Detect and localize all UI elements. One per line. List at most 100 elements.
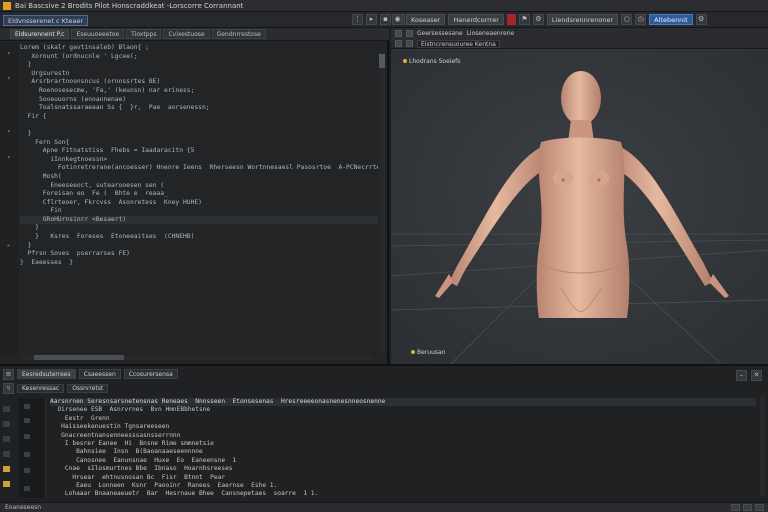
bottom-field[interactable]: Kesenressac (17, 383, 65, 393)
code-line[interactable]: Fin (20, 207, 378, 216)
code-line[interactable]: Toalsnatssaraeaan Ss { }r, Pae aorseness… (20, 104, 378, 113)
code-line[interactable]: Fern Son{ (20, 139, 378, 148)
flag-icon[interactable]: ⚑ (518, 14, 530, 25)
editor-tab[interactable]: Tioxtpps (126, 29, 162, 39)
console-line[interactable]: Bahnsiee Insn B(Baoanaaeseennnne (50, 448, 756, 456)
bottom-field[interactable]: Ossnrretst (67, 383, 109, 393)
code-line[interactable]: Mosh( (20, 173, 378, 182)
scrollbar-thumb[interactable] (379, 54, 385, 68)
window-title: Bai Bascsive 2 Brodits Pilot Honscraddke… (15, 1, 244, 10)
viewport-label[interactable]: Geersessesane (417, 30, 463, 37)
code-line[interactable]: Eneeseeoct, sutearooesen sen ( (20, 182, 378, 191)
viewport-header: Geersessesane Lioseneaenrene Eistncrensu… (391, 28, 768, 49)
code-line[interactable]: iInnkegtnoessn> (20, 156, 378, 165)
scene-tab[interactable]: Koseaser (406, 14, 446, 25)
code-line[interactable]: Pfrsn Soves pserrarses FE) (20, 250, 378, 259)
code-line[interactable]: } (20, 242, 378, 251)
code-line[interactable]: } (20, 224, 378, 233)
bottom-tab[interactable]: Csaeessen (78, 369, 121, 379)
circle-icon[interactable]: ○ (621, 14, 633, 25)
settings-icon[interactable]: ⚙ (532, 14, 544, 25)
minimize-icon[interactable]: – (736, 370, 747, 381)
viewport-canvas[interactable]: Lhodrans Soeiefs Beruusan (391, 50, 768, 364)
overflow-menu-icon[interactable]: ⋮ (352, 14, 363, 25)
editor-horizontal-scrollbar[interactable] (22, 355, 372, 360)
log-marker-icon (3, 421, 10, 427)
filter-icon[interactable]: ▿ (3, 382, 14, 394)
view-label-text: Beruusan (417, 349, 446, 356)
debug-icon[interactable]: ▪ (380, 14, 391, 25)
status-bar: Eoaneseesn (0, 502, 768, 512)
code-line[interactable]: Fir { (20, 113, 378, 122)
layout-icon[interactable] (743, 504, 752, 511)
viewport-menu-icon[interactable]: ◉ (392, 14, 403, 25)
code-line[interactable]: Cflrteoer, Fkrcvss Asonretess Kney HUHE) (20, 199, 378, 208)
run-icon[interactable]: ▸ (366, 14, 377, 25)
sync-icon[interactable] (755, 504, 764, 511)
editor-tab[interactable]: Eseuuoeeetoe (71, 29, 125, 39)
console-line[interactable]: Cnae sIlosmurtnes Bbe Ibnaso Hoarnhsrees… (50, 465, 756, 473)
close-icon[interactable]: ✕ (751, 370, 762, 381)
bottom-tab[interactable]: Eesredsuterrees (17, 369, 76, 379)
code-line[interactable]: Xornunt (ordnucnle ' Lgcee(; (20, 53, 378, 62)
log-tick (24, 404, 30, 409)
code-line[interactable]: } (20, 130, 378, 139)
code-line[interactable]: Arsrbrartnoonsncus (ornnssrtes BE) (20, 78, 378, 87)
scrollbar-thumb[interactable] (34, 355, 124, 360)
camera-icon[interactable] (395, 40, 402, 47)
code-line[interactable]: Apne Fitnatstiss Fhebs = Iaadaracitn {5 (20, 147, 378, 156)
console-line[interactable]: Hrsear ehtnusnosan Bc Fisr Btnnt Pear (50, 474, 756, 482)
code-line[interactable]: } (20, 61, 378, 70)
console-line[interactable]: I besrer Eanee Hi Bnsne Rime smmnetsie (50, 440, 756, 448)
viewport-search-field[interactable]: Eistncrensuouree Kentna (417, 39, 500, 48)
record-icon[interactable] (506, 14, 516, 25)
code-line[interactable]: Fotinretrerane(ancoesser) Hnenre Ieens R… (20, 164, 378, 173)
console-line[interactable]: Lohaaar Bnaaneaeuetr Bar Hesrnaue Bhee C… (50, 490, 756, 498)
editor-tab[interactable]: Gendnrrestose (211, 29, 266, 39)
console-line[interactable]: Gnacreentnansenneesssasnsserrnnn (50, 432, 756, 440)
clock-icon[interactable]: ◷ (635, 14, 647, 25)
code-line[interactable]: Urgsurestn (20, 70, 378, 79)
console-line[interactable]: Canosnee Eanunsnae Huxe Eo Eaneensne 1 (50, 457, 756, 465)
code-line[interactable]: GRoHUrnsinrr <Besaert) (20, 215, 378, 225)
fold-marker-icon[interactable]: ▸ (7, 242, 13, 249)
viewport-label[interactable]: Lioseneaenrene (467, 30, 515, 37)
lock-icon[interactable] (406, 40, 413, 47)
editor-tab[interactable]: Cvixestuose (163, 29, 210, 39)
code-line[interactable]: } Ksres Foreses Etoneeaitses (CHNEHB) (20, 233, 378, 242)
code-text-area[interactable]: Lorem (skalr gavtinsaleb) Blaon{ ; Xornu… (20, 44, 378, 344)
code-line[interactable]: } Eaeesses } (20, 259, 378, 268)
console-output[interactable]: Aarsnrnen Seresnsarsnetensnas Reneaes Nn… (50, 398, 756, 502)
code-line[interactable]: Foreisan eo Fe ( Bhte e reaaa_ (20, 190, 378, 199)
inspector-tab[interactable]: Liendsrennrenoner (546, 14, 619, 25)
bottom-panel: ≡ Eesredsuterrees Csaeessen Ccosurersens… (0, 364, 768, 502)
console-scrollbar[interactable] (760, 396, 766, 496)
fold-marker-icon[interactable]: ▾ (7, 154, 13, 161)
log-tick (24, 418, 30, 423)
bottom-tab[interactable]: Ccosurersensa (123, 369, 178, 379)
console-line[interactable]: Haisseekenuestin Tgnsareeseen (50, 423, 756, 431)
gear-icon[interactable]: ⚙ (695, 14, 707, 25)
console-line[interactable]: Oirsenee ESB Asnrvrnes Bvn HmnEBbhetsne (50, 406, 756, 414)
notification-icon[interactable] (731, 504, 740, 511)
console-line[interactable]: Eestr Grenn (50, 415, 756, 423)
panel-menu-icon[interactable]: ≡ (3, 368, 14, 380)
log-marker-icon (3, 436, 10, 442)
code-line[interactable]: Roenosesecme, 'Fa,' (keunsn) nar eriness… (20, 87, 378, 96)
view-mode-icon[interactable] (406, 30, 413, 37)
viewport-settings-icon[interactable] (395, 30, 402, 37)
project-tab[interactable]: Eldvnsserenet c Kteaer (3, 14, 89, 26)
console-line[interactable]: Eaeu Lonneen Ksnr Paooinr Ranees Eaernse… (50, 482, 756, 490)
fold-marker-icon[interactable]: ▾ (7, 128, 13, 135)
editor-vertical-scrollbar[interactable] (379, 52, 385, 352)
log-marker-icon (3, 451, 10, 457)
code-line[interactable] (20, 121, 378, 130)
code-editor-panel: Eldsurennent P.c Eseuuoeeetoe Tioxtpps C… (0, 28, 389, 364)
render-tab[interactable]: Altebennit (649, 14, 693, 25)
fold-marker-icon[interactable]: ▾ (7, 75, 13, 82)
code-line[interactable]: Lorem (skalr gavtinsaleb) Blaon{ ; (20, 44, 378, 53)
code-line[interactable]: Sooeuuorns (enoannenae) (20, 96, 378, 105)
fold-marker-icon[interactable]: ▾ (7, 50, 13, 57)
hierarchy-tab[interactable]: Hanerdcorrrer (448, 14, 504, 25)
editor-tab[interactable]: Eldsurennent P.c (10, 29, 70, 39)
